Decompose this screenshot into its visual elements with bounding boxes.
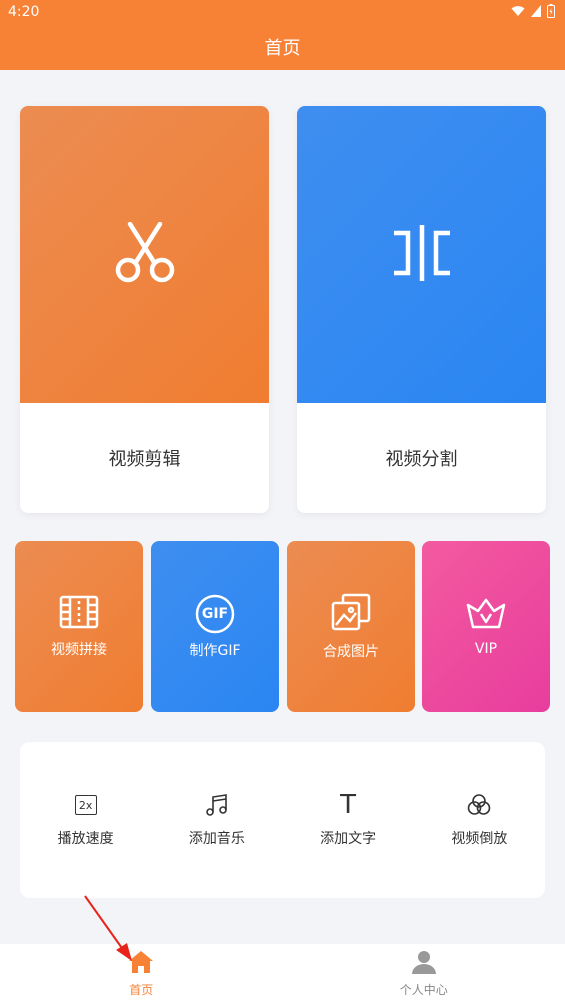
status-bar: 4:20	[0, 0, 565, 24]
text-icon-glyph: T	[340, 790, 357, 820]
tool-add-text[interactable]: T 添加文字	[283, 792, 414, 848]
tile-video-merge-label: 视频拼接	[51, 641, 107, 658]
status-icons	[511, 4, 555, 22]
nav-profile-label: 个人中心	[399, 983, 448, 997]
image-stack-icon	[331, 593, 371, 635]
person-icon	[411, 950, 436, 977]
video-split-art	[297, 106, 546, 403]
speed-icon-text: 2x	[74, 795, 97, 815]
reverse-icon	[467, 792, 491, 818]
video-split-card[interactable]: 视频分割	[297, 106, 546, 513]
split-icon	[392, 224, 452, 285]
speed-icon: 2x	[74, 792, 97, 818]
video-split-label: 视频分割	[385, 449, 458, 470]
film-strip-icon	[59, 595, 99, 633]
wifi-icon	[511, 5, 525, 21]
tool-reverse-video-label: 视频倒放	[451, 831, 508, 847]
status-time: 4:20	[8, 4, 40, 20]
nav-profile[interactable]: 个人中心	[283, 944, 565, 1004]
tile-compose-image-label: 合成图片	[323, 643, 379, 660]
tile-make-gif[interactable]: GIF 制作GIF	[151, 541, 279, 712]
tool-reverse-video[interactable]: 视频倒放	[414, 792, 545, 848]
gif-icon: GIF	[195, 594, 235, 634]
text-icon: T	[340, 792, 356, 818]
tile-compose-image[interactable]: 合成图片	[287, 541, 415, 712]
tile-make-gif-label: 制作GIF	[189, 642, 241, 659]
crown-icon	[465, 597, 507, 635]
tile-vip[interactable]: VIP	[422, 541, 550, 712]
tool-add-text-label: 添加文字	[320, 831, 377, 847]
video-edit-art	[20, 106, 269, 403]
tool-play-speed[interactable]: 2x 播放速度	[20, 792, 151, 848]
tool-play-speed-label: 播放速度	[57, 831, 114, 847]
tile-vip-label: VIP	[474, 640, 498, 657]
nav-home-label: 首页	[129, 983, 154, 997]
page-title: 首页	[264, 38, 301, 59]
video-edit-label: 视频剪辑	[108, 449, 181, 470]
video-edit-card[interactable]: 视频剪辑	[20, 106, 269, 513]
tool-add-music-label: 添加音乐	[188, 831, 245, 847]
tools-panel: 2x 播放速度 添加音乐 T 添加文字 视频倒放	[20, 742, 545, 898]
nav-home[interactable]: 首页	[0, 944, 283, 1004]
battery-icon	[547, 4, 555, 22]
music-note-icon	[205, 792, 229, 818]
tool-add-music[interactable]: 添加音乐	[151, 792, 282, 848]
gif-icon-text: GIF	[201, 605, 229, 622]
app-bar: 首页	[0, 24, 565, 70]
red-arrow-annotation	[80, 893, 136, 967]
tile-video-merge[interactable]: 视频拼接	[15, 541, 143, 712]
signal-icon	[531, 5, 541, 21]
scissors-icon	[114, 221, 176, 288]
